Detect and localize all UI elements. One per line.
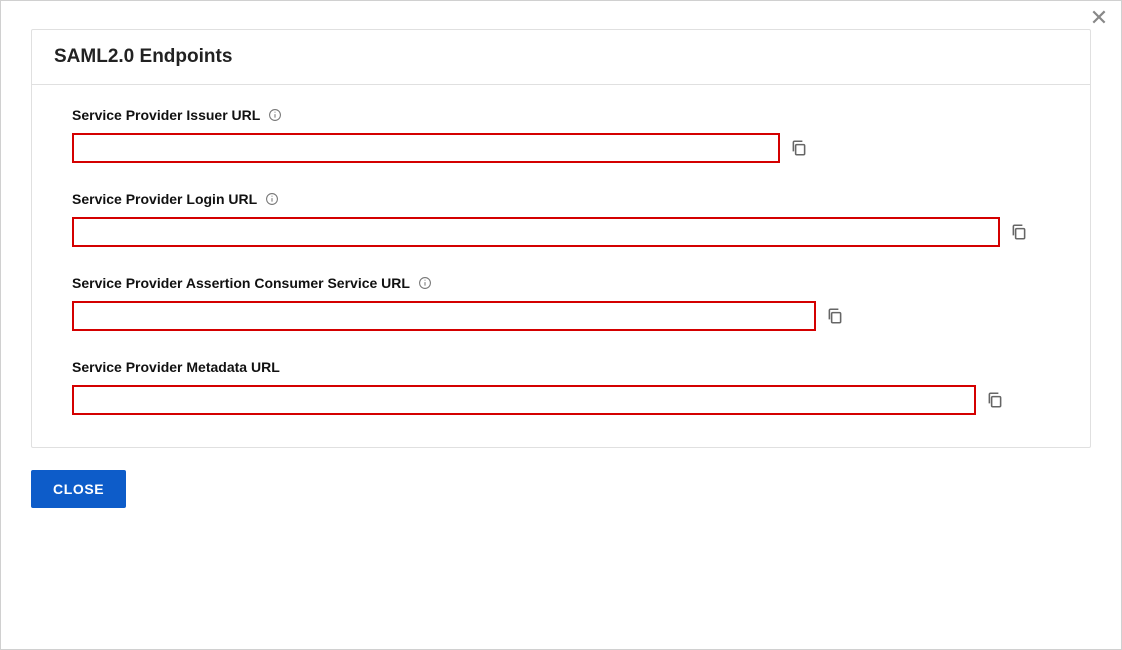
metadata-url-input[interactable] [72, 385, 976, 415]
field-login: Service Provider Login URL [72, 191, 1050, 247]
field-metadata-input-row [72, 385, 1050, 415]
field-issuer-input-row [72, 133, 1050, 163]
login-url-input[interactable] [72, 217, 1000, 247]
field-metadata: Service Provider Metadata URL [72, 359, 1050, 415]
field-issuer: Service Provider Issuer URL [72, 107, 1050, 163]
dialog-footer: CLOSE [1, 470, 1121, 534]
panel-title: SAML2.0 Endpoints [54, 46, 1068, 68]
field-metadata-label-row: Service Provider Metadata URL [72, 359, 1050, 375]
field-metadata-label: Service Provider Metadata URL [72, 359, 280, 375]
panel-header: SAML2.0 Endpoints [32, 30, 1090, 85]
info-icon[interactable] [268, 108, 282, 122]
copy-icon[interactable] [986, 391, 1004, 409]
info-icon[interactable] [418, 276, 432, 290]
close-icon[interactable]: ✕ [1087, 7, 1111, 31]
endpoints-panel: SAML2.0 Endpoints Service Provider Issue… [31, 29, 1091, 448]
field-acs: Service Provider Assertion Consumer Serv… [72, 275, 1050, 331]
field-login-label-row: Service Provider Login URL [72, 191, 1050, 207]
panel-content: Service Provider Issuer URL [32, 85, 1090, 447]
acs-url-input[interactable] [72, 301, 816, 331]
field-acs-label-row: Service Provider Assertion Consumer Serv… [72, 275, 1050, 291]
info-icon[interactable] [265, 192, 279, 206]
field-issuer-label: Service Provider Issuer URL [72, 107, 260, 123]
field-login-input-row [72, 217, 1050, 247]
copy-icon[interactable] [1010, 223, 1028, 241]
issuer-url-input[interactable] [72, 133, 780, 163]
field-issuer-label-row: Service Provider Issuer URL [72, 107, 1050, 123]
dialog-body: SAML2.0 Endpoints Service Provider Issue… [1, 1, 1121, 470]
close-button[interactable]: CLOSE [31, 470, 126, 508]
field-acs-label: Service Provider Assertion Consumer Serv… [72, 275, 410, 291]
copy-icon[interactable] [826, 307, 844, 325]
field-login-label: Service Provider Login URL [72, 191, 257, 207]
field-acs-input-row [72, 301, 1050, 331]
copy-icon[interactable] [790, 139, 808, 157]
